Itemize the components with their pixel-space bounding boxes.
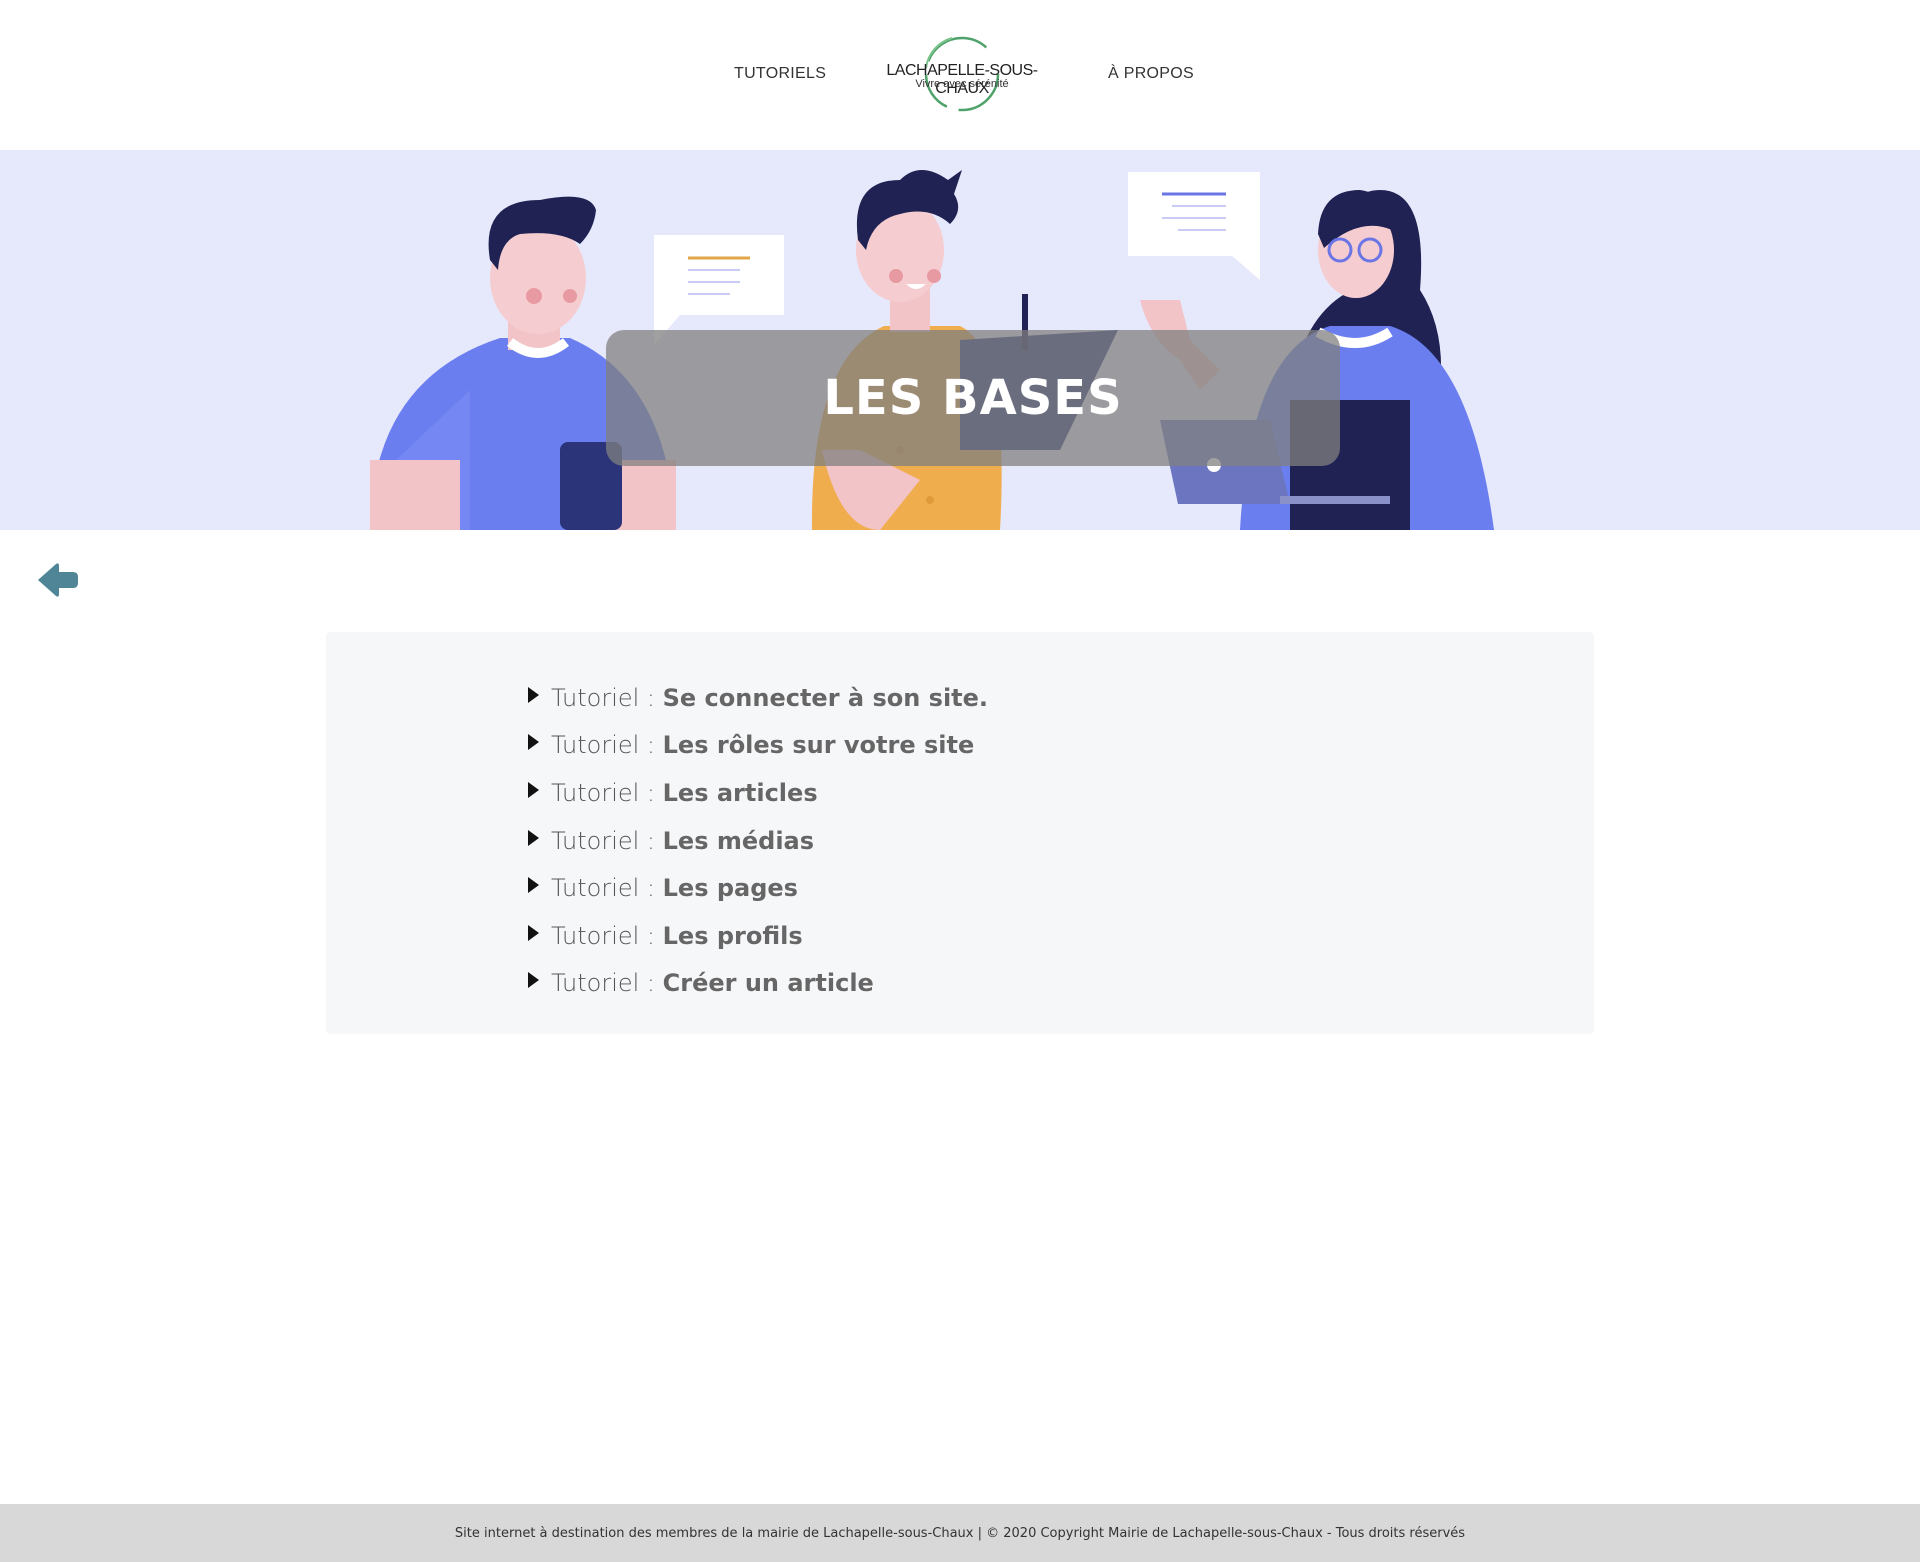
- tutorial-prefix: Tutoriel :: [551, 874, 663, 903]
- tutorial-item[interactable]: Tutoriel : Les profils: [528, 912, 988, 960]
- caret-right-icon: [528, 972, 539, 989]
- site-footer: Site internet à destination des membres …: [0, 1504, 1920, 1562]
- tutorial-item[interactable]: Tutoriel : Les pages: [528, 864, 988, 912]
- caret-right-icon: [528, 924, 539, 941]
- hero-banner: LES BASES: [0, 150, 1920, 530]
- tutorial-link[interactable]: Les profils: [663, 922, 803, 950]
- tutorial-link[interactable]: Les médias: [663, 827, 814, 855]
- tutorial-link[interactable]: Les rôles sur votre site: [663, 731, 975, 759]
- nav-apropos[interactable]: À PROPOS: [1108, 65, 1194, 83]
- speech-bubble-right-icon: [1128, 172, 1260, 280]
- tutorial-item[interactable]: Tutoriel : Les rôles sur votre site: [528, 722, 988, 770]
- tutorial-link[interactable]: Les pages: [663, 874, 798, 902]
- hero-title: LES BASES: [823, 370, 1123, 426]
- back-button[interactable]: [36, 560, 80, 600]
- tutorials-list: Tutoriel : Se connecter à son site. Tuto…: [528, 674, 988, 1007]
- tutorial-link[interactable]: Se connecter à son site.: [663, 684, 988, 712]
- caret-right-icon: [528, 877, 539, 894]
- site-header: TUTORIELS LACHAPELLE-SOUS-CHAUX Vivre av…: [0, 0, 1920, 150]
- caret-right-icon: [528, 781, 539, 798]
- tutorial-item[interactable]: Tutoriel : Créer un article: [528, 960, 988, 1008]
- site-logo[interactable]: LACHAPELLE-SOUS-CHAUX Vivre avec sérénit…: [862, 28, 1062, 120]
- tutorial-link[interactable]: Créer un article: [663, 969, 874, 997]
- back-arrow-icon[interactable]: [36, 560, 80, 600]
- caret-right-icon: [528, 686, 539, 703]
- tutorial-prefix: Tutoriel :: [551, 969, 663, 998]
- caret-right-icon: [528, 734, 539, 751]
- tutorials-panel: Tutoriel : Se connecter à son site. Tuto…: [326, 632, 1594, 1034]
- footer-text: Site internet à destination des membres …: [454, 1525, 1466, 1541]
- tutorial-prefix: Tutoriel :: [551, 778, 663, 807]
- tutorial-item[interactable]: Tutoriel : Les médias: [528, 817, 988, 865]
- tutorial-item[interactable]: Tutoriel : Se connecter à son site.: [528, 674, 988, 722]
- tutorial-prefix: Tutoriel :: [551, 731, 663, 760]
- speech-bubble-left-icon: [654, 235, 784, 345]
- nav-tutoriels[interactable]: TUTORIELS: [734, 65, 826, 83]
- tutorial-prefix: Tutoriel :: [551, 921, 663, 950]
- caret-right-icon: [528, 829, 539, 846]
- tutorial-link[interactable]: Les articles: [663, 779, 818, 807]
- tutorial-prefix: Tutoriel :: [551, 683, 663, 712]
- hero-title-box: LES BASES: [606, 330, 1340, 466]
- tutorial-prefix: Tutoriel :: [551, 826, 663, 855]
- tutorial-item[interactable]: Tutoriel : Les articles: [528, 769, 988, 817]
- logo-tagline: Vivre avec sérénité: [915, 78, 1009, 90]
